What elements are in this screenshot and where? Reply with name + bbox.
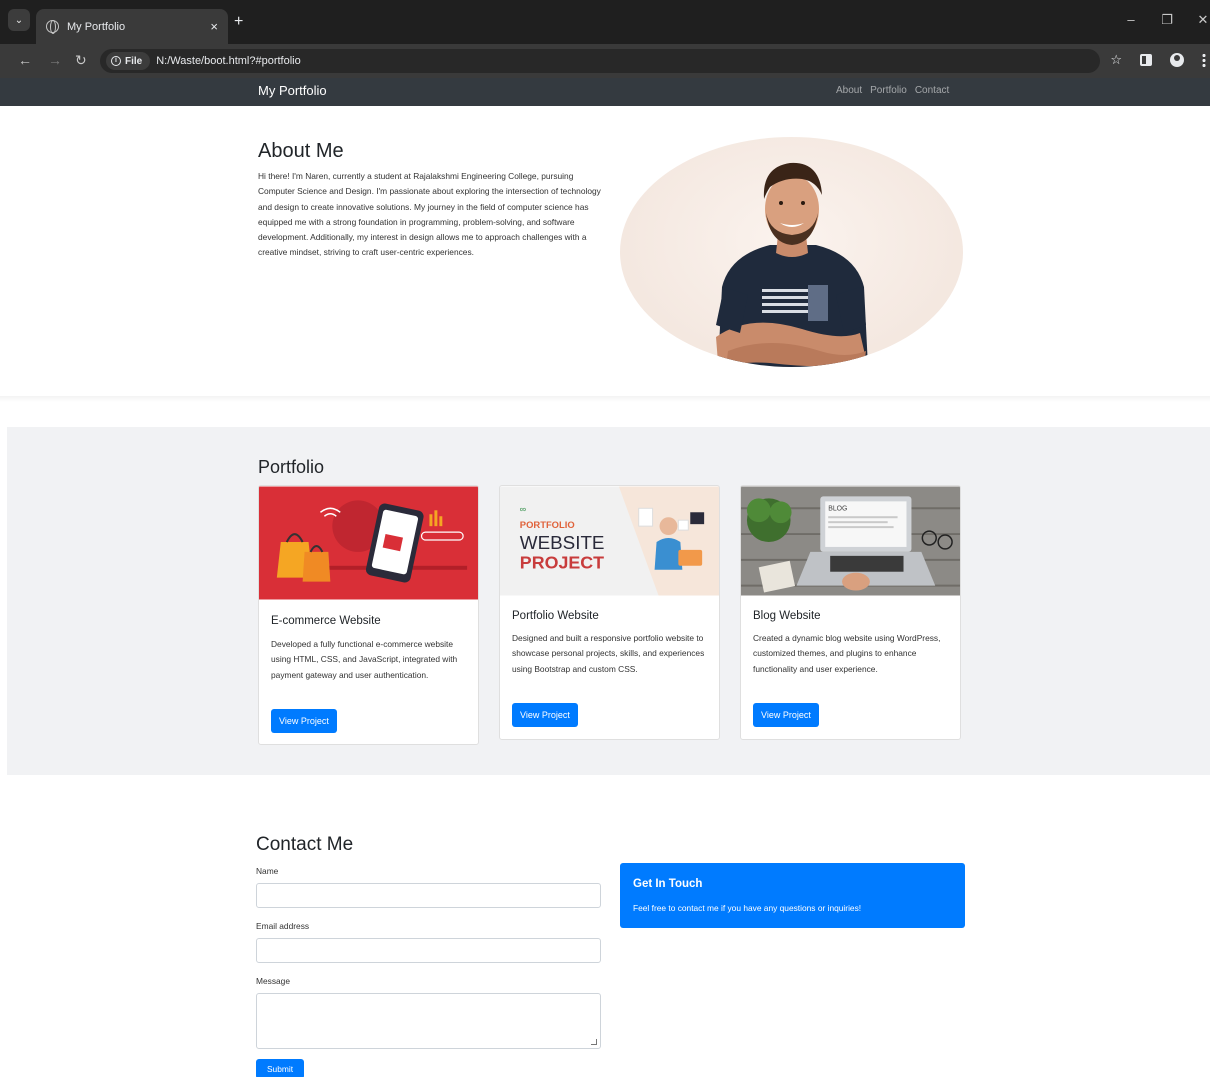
thumb-line-3: PROJECT bbox=[520, 553, 604, 573]
minimize-icon[interactable]: – bbox=[1124, 12, 1138, 28]
profile-photo bbox=[620, 137, 963, 367]
profile-photo-illustration bbox=[716, 162, 868, 367]
project-card-portfolio: ∞ PORTFOLIO WEBSITE PROJECT Portfolio We… bbox=[499, 485, 720, 740]
blog-thumbnail: BLOG bbox=[741, 486, 960, 596]
nav-link-contact[interactable]: Contact bbox=[915, 85, 949, 96]
portfolio-section: Portfolio E-commerce Website Developed a… bbox=[7, 427, 1210, 775]
info-icon: i bbox=[111, 56, 121, 66]
toolbar-actions: ☆ bbox=[1110, 52, 1206, 68]
section-divider bbox=[0, 396, 1210, 402]
globe-icon bbox=[46, 20, 59, 34]
gfg-logo-icon: ∞ bbox=[520, 504, 526, 514]
site-info-label: File bbox=[125, 55, 143, 67]
tab-close-button[interactable]: × bbox=[210, 19, 218, 34]
star-icon[interactable]: ☆ bbox=[1110, 52, 1122, 68]
forward-icon[interactable]: → bbox=[48, 52, 62, 68]
nav-links: About Portfolio Contact bbox=[836, 85, 949, 96]
project-card-ecommerce: E-commerce Website Developed a fully fun… bbox=[258, 485, 479, 745]
restore-icon[interactable]: ❐ bbox=[1160, 12, 1174, 28]
window-controls: – ❐ ✕ bbox=[1124, 12, 1210, 28]
portfolio-thumbnail: ∞ PORTFOLIO WEBSITE PROJECT bbox=[500, 486, 719, 596]
view-project-button-portfolio[interactable]: View Project bbox=[512, 703, 578, 727]
site-navbar: My Portfolio About Portfolio Contact bbox=[0, 78, 1210, 106]
card-title: Blog Website bbox=[753, 610, 821, 622]
tab-title: My Portfolio bbox=[67, 20, 126, 33]
blog-screen-text: BLOG bbox=[828, 505, 847, 512]
tab-search-icon[interactable]: ⌄ bbox=[8, 9, 30, 31]
address-bar[interactable]: i File N:/Waste/boot.html?#portfolio bbox=[100, 49, 1100, 73]
card-text: Developed a fully functional e-commerce … bbox=[271, 639, 458, 680]
kebab-menu-icon[interactable] bbox=[1202, 53, 1206, 67]
contact-heading: Contact Me bbox=[256, 834, 354, 855]
message-label: Message bbox=[256, 976, 290, 986]
get-in-touch-card: Get In Touch Feel free to contact me if … bbox=[620, 863, 965, 928]
site-info-chip[interactable]: i File bbox=[106, 52, 151, 70]
thumb-line-2: WEBSITE bbox=[520, 532, 605, 553]
profile-icon[interactable] bbox=[1170, 53, 1184, 67]
browser-toolbar: ← → ↻ i File N:/Waste/boot.html?#portfol… bbox=[0, 44, 1210, 78]
get-in-touch-text: Feel free to contact me if you have any … bbox=[633, 903, 862, 913]
card-text: Created a dynamic blog website using Wor… bbox=[753, 633, 941, 674]
new-tab-button[interactable]: + bbox=[234, 13, 243, 31]
email-input[interactable] bbox=[256, 938, 601, 963]
side-panel-icon[interactable] bbox=[1140, 54, 1152, 66]
navbar-brand[interactable]: My Portfolio bbox=[258, 83, 327, 98]
email-label: Email address bbox=[256, 921, 310, 931]
card-title: E-commerce Website bbox=[271, 615, 381, 627]
project-card-blog: BLOG Blog Website Created a dynamic blog… bbox=[740, 485, 961, 740]
view-project-button-blog[interactable]: View Project bbox=[753, 703, 819, 727]
browser-tab-strip: ⌄ My Portfolio × + – ❐ ✕ bbox=[0, 0, 1210, 44]
get-in-touch-title: Get In Touch bbox=[633, 878, 703, 890]
resize-handle-icon[interactable] bbox=[591, 1039, 597, 1045]
about-text: Hi there! I'm Naren, currently a student… bbox=[258, 171, 601, 258]
thumb-line-1: PORTFOLIO bbox=[520, 519, 575, 530]
about-heading: About Me bbox=[258, 140, 344, 162]
submit-button[interactable]: Submit bbox=[256, 1059, 304, 1077]
reload-icon[interactable]: ↻ bbox=[75, 52, 87, 69]
back-icon[interactable]: ← bbox=[18, 52, 32, 68]
card-title: Portfolio Website bbox=[512, 610, 599, 622]
nav-link-about[interactable]: About bbox=[836, 85, 862, 96]
card-text: Designed and built a responsive portfoli… bbox=[512, 633, 705, 674]
portfolio-heading: Portfolio bbox=[258, 457, 325, 477]
name-label: Name bbox=[256, 866, 279, 876]
ecommerce-thumbnail bbox=[259, 486, 478, 600]
close-icon[interactable]: ✕ bbox=[1196, 12, 1210, 28]
url-text: N:/Waste/boot.html?#portfolio bbox=[156, 55, 301, 67]
about-section: About Me Hi there! I'm Naren, currently … bbox=[0, 106, 1210, 398]
nav-link-portfolio[interactable]: Portfolio bbox=[870, 85, 907, 96]
browser-tab[interactable]: My Portfolio × bbox=[36, 9, 228, 44]
name-input[interactable] bbox=[256, 883, 601, 908]
message-textarea[interactable] bbox=[256, 993, 601, 1049]
view-project-button-ecommerce[interactable]: View Project bbox=[271, 709, 337, 733]
